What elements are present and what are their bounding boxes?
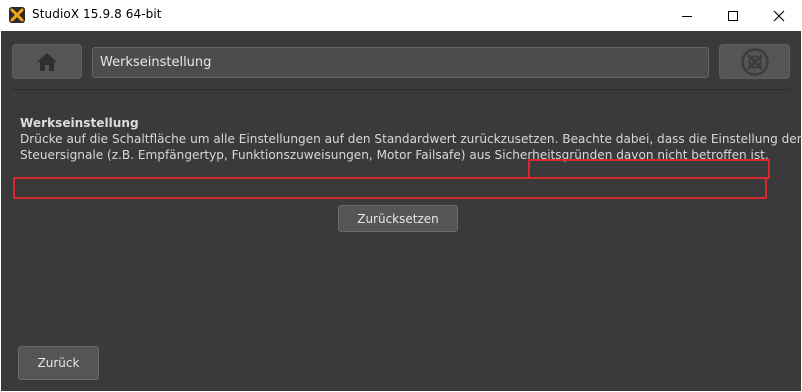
info-section: Werkseinstellung Drücke auf die Schaltfl… (20, 115, 802, 163)
stop-button[interactable] (719, 44, 790, 79)
stop-icon (740, 47, 769, 76)
maximize-button[interactable] (710, 0, 756, 31)
divider (12, 89, 790, 90)
breadcrumb: Werkseinstellung (92, 47, 709, 78)
description-text-part2: Beachte dabei, dass die Einstellung der (562, 132, 802, 146)
window-title: StudioX 15.9.8 64-bit (32, 7, 162, 21)
reset-button[interactable]: Zurücksetzen (338, 205, 458, 232)
close-icon (773, 10, 785, 21)
home-icon (37, 52, 57, 71)
app-content: Werkseinstellung Werkseinstellung Drücke… (1, 31, 802, 391)
home-button[interactable] (12, 44, 82, 79)
minimize-icon (682, 15, 692, 17)
section-title: Werkseinstellung (20, 116, 139, 130)
description-text-part1: Drücke auf die Schaltfläche um alle Eins… (20, 132, 559, 146)
description-line-1: Drücke auf die Schaltfläche um alle Eins… (20, 131, 802, 147)
highlight-box-2 (13, 177, 767, 199)
maximize-icon (728, 10, 738, 21)
highlight-box-1 (528, 159, 770, 179)
minimize-button[interactable] (664, 0, 710, 31)
back-button[interactable]: Zurück (18, 346, 99, 380)
close-button[interactable] (756, 0, 802, 31)
studiox-logo-icon (9, 7, 25, 23)
window-titlebar: StudioX 15.9.8 64-bit (0, 0, 802, 31)
